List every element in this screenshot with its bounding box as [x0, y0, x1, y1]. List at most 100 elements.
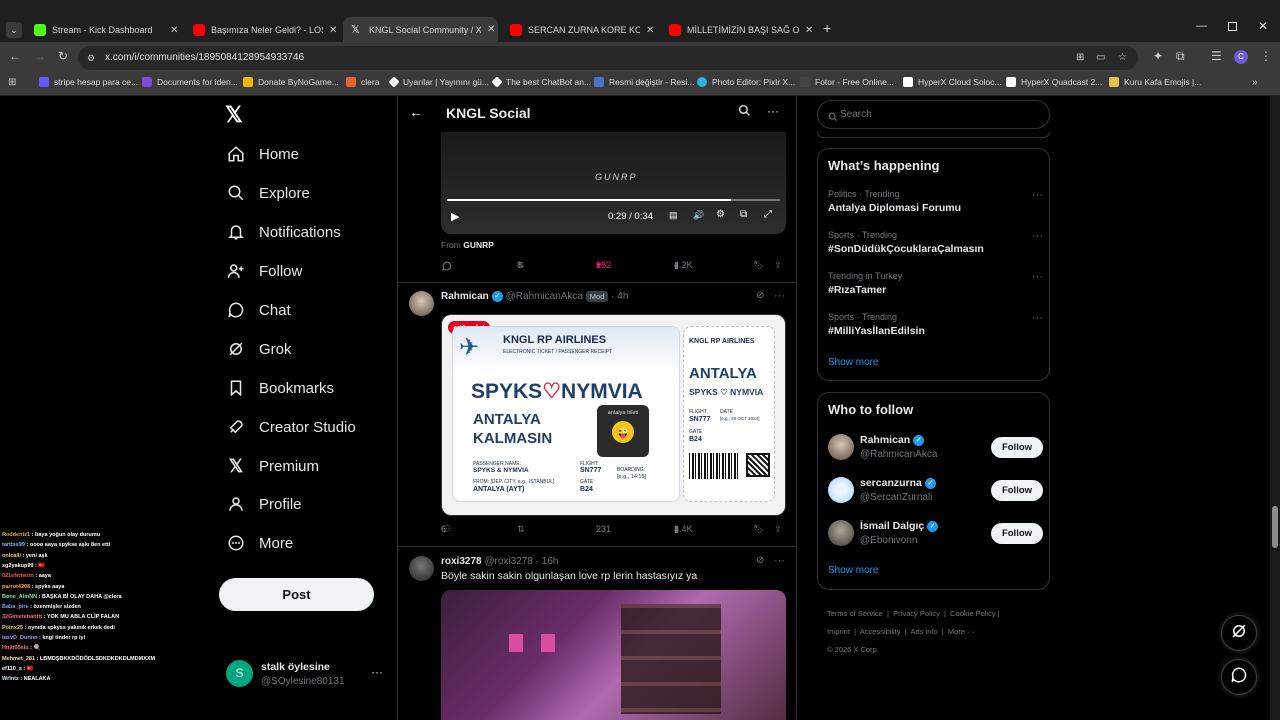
- reply-icon[interactable]: [441, 260, 453, 272]
- reload-icon[interactable]: ↻: [58, 49, 68, 63]
- footer-link[interactable]: Accessibility: [860, 627, 901, 636]
- pip-icon[interactable]: ⧉: [740, 209, 747, 220]
- post-time[interactable]: 4h: [617, 291, 628, 302]
- back-icon[interactable]: ←: [9, 49, 21, 63]
- extensions-puzzle-icon[interactable]: ⧉: [1176, 49, 1185, 64]
- post-time[interactable]: 16h: [542, 556, 559, 567]
- restore-icon[interactable]: [1228, 22, 1237, 31]
- forward-icon[interactable]: →: [34, 49, 46, 63]
- browser-tab-4[interactable]: SERCAN ZURNA KORE KOMİK A ✕: [502, 18, 657, 42]
- share-icon[interactable]: ⇪: [774, 524, 782, 535]
- nav-bookmarks[interactable]: Bookmarks: [226, 373, 334, 403]
- back-arrow-icon[interactable]: ←: [409, 104, 423, 120]
- tab-search-icon[interactable]: ⌄: [6, 22, 22, 38]
- bookmark-icon[interactable]: 🔖︎: [753, 524, 764, 535]
- post-author-avatar[interactable]: [409, 556, 434, 581]
- more-dots-icon[interactable]: ···: [767, 104, 779, 118]
- site-info-icon[interactable]: ⚙: [87, 46, 95, 70]
- more-dots-icon[interactable]: ···: [1032, 230, 1043, 242]
- footer-link[interactable]: More ···: [948, 627, 975, 636]
- trend-item[interactable]: Sports · Trending #SonDüdükÇocuklaraÇalm…: [828, 230, 1043, 255]
- like-button[interactable]: ♥ 282: [596, 260, 611, 270]
- profile-avatar[interactable]: C: [1234, 50, 1248, 64]
- more-dots-icon[interactable]: ···: [1032, 189, 1043, 201]
- browser-tab-1[interactable]: Stream - Kick Dashboard ✕: [26, 18, 181, 42]
- more-bookmarks-icon[interactable]: »: [1252, 77, 1258, 88]
- nav-explore[interactable]: Explore: [226, 178, 310, 208]
- minimize-icon[interactable]: —: [1196, 20, 1207, 32]
- search-icon[interactable]: [738, 104, 751, 122]
- nav-notifications[interactable]: Notifications: [226, 217, 341, 247]
- bookmark-item[interactable]: Kuru Kafa Emojis |...: [1109, 77, 1201, 87]
- show-more-link[interactable]: Show more: [828, 565, 879, 576]
- grok-icon[interactable]: ⊘: [756, 290, 764, 301]
- show-more-link[interactable]: Show more: [828, 357, 879, 368]
- close-window-icon[interactable]: ✕: [1258, 19, 1268, 33]
- nav-profile[interactable]: Profile: [226, 489, 302, 519]
- bookmark-item[interactable]: The best ChatBot an...: [491, 76, 591, 88]
- close-tab-icon[interactable]: ✕: [805, 25, 813, 36]
- translate-icon[interactable]: ⊞: [1076, 46, 1084, 70]
- extension-icon[interactable]: ✦: [1153, 49, 1163, 63]
- nav-more[interactable]: More: [226, 528, 293, 558]
- new-tab-icon[interactable]: +: [823, 20, 831, 36]
- close-tab-icon[interactable]: ✕: [170, 25, 178, 36]
- close-tab-icon[interactable]: ✕: [329, 25, 337, 36]
- address-bar[interactable]: ⚙ x.com/i/communities/189508412895493374…: [78, 46, 1138, 70]
- more-dots-icon[interactable]: ···: [774, 555, 785, 567]
- footer-link[interactable]: Terms of Service: [827, 609, 883, 618]
- settings-gear-icon[interactable]: ⚙: [716, 209, 725, 220]
- follow-suggestion[interactable]: sercanzurna ✓ @SercanZurnali Follow: [828, 474, 1043, 508]
- close-tab-icon[interactable]: ✕: [487, 24, 495, 35]
- video-source-link[interactable]: GUNRP: [463, 240, 494, 250]
- bookmark-item[interactable]: Fotor - Free Online...: [800, 77, 894, 87]
- page-scrollbar[interactable]: [1270, 96, 1280, 720]
- more-dots-icon[interactable]: ···: [1032, 312, 1043, 324]
- install-icon[interactable]: ▭: [1096, 46, 1105, 70]
- post-button[interactable]: Post: [219, 578, 374, 611]
- close-tab-icon[interactable]: ✕: [646, 25, 654, 36]
- bookmark-icon[interactable]: 🔖︎: [753, 260, 764, 271]
- scrollbar-thumb[interactable]: [1272, 506, 1278, 548]
- browser-menu-icon[interactable]: ⋮: [1260, 49, 1272, 63]
- search-input[interactable]: [840, 106, 1040, 123]
- grok-fab[interactable]: [1221, 615, 1257, 651]
- captions-icon[interactable]: ▤: [669, 210, 678, 221]
- play-icon[interactable]: ▶: [451, 210, 459, 223]
- apps-grid-icon[interactable]: ⊞: [8, 77, 16, 88]
- bookmark-star-icon[interactable]: ☆: [1118, 46, 1127, 70]
- trend-item[interactable]: Sports · Trending #MilliYasİlanEdilsin ·…: [828, 312, 1043, 337]
- follow-suggestion[interactable]: Rahmican ✓ @RahmicanAkca Follow: [828, 431, 1043, 465]
- more-dots-icon[interactable]: ···: [1032, 271, 1043, 283]
- bookmark-item[interactable]: Photo Editor: Pixlr X...: [697, 77, 795, 87]
- search-box[interactable]: [817, 100, 1050, 129]
- post-author-avatar[interactable]: [409, 291, 434, 316]
- video-player[interactable]: GUNRP ▶ 0:29 / 0:34 ▤ 🔊 ⚙ ⧉ ⤢: [441, 132, 786, 234]
- footer-link[interactable]: Privacy Policy: [893, 609, 940, 618]
- post-author-handle[interactable]: @roxi3278: [484, 556, 533, 567]
- bookmark-item[interactable]: clera: [346, 77, 379, 87]
- bookmark-item[interactable]: Resmi değiştir - Resi...: [594, 77, 695, 87]
- bookmark-item[interactable]: Documents for iden...: [142, 77, 238, 87]
- messages-fab[interactable]: [1221, 659, 1257, 695]
- like-button[interactable]: ♡ 231: [596, 524, 611, 534]
- footer-link[interactable]: Ads info: [911, 627, 938, 636]
- nav-creator-studio[interactable]: Creator Studio: [226, 412, 356, 442]
- reply-button[interactable]: 💬︎ 6: [441, 524, 452, 534]
- nav-follow[interactable]: Follow: [226, 256, 302, 286]
- nav-home[interactable]: Home: [226, 139, 299, 169]
- nav-premium[interactable]: 𝕏 Premium: [226, 451, 319, 481]
- browser-tab-5[interactable]: MİLLETİMİZİN BAŞI SAĞ OLSUN ✕: [661, 18, 816, 42]
- follow-suggestion[interactable]: İsmail Dalgıç ✓ @Ebonivonn Follow: [828, 517, 1043, 551]
- fullscreen-icon[interactable]: ⤢: [764, 209, 772, 220]
- repost-button[interactable]: ⇅ 8: [517, 260, 525, 270]
- account-switcher[interactable]: S stalk öylesine @SOylesine80131 ···: [226, 658, 386, 688]
- bookmark-item[interactable]: stripe hesap para ce...: [39, 77, 138, 87]
- bookmark-item[interactable]: HyperX Quadcast 2...: [1006, 77, 1102, 87]
- more-dots-icon[interactable]: ···: [371, 665, 383, 679]
- nav-grok[interactable]: Grok: [226, 334, 292, 364]
- bookmark-item[interactable]: Donate ByNoGame...: [243, 77, 339, 87]
- follow-button[interactable]: Follow: [991, 480, 1043, 501]
- x-logo-icon[interactable]: 𝕏: [225, 104, 247, 126]
- media-control-icon[interactable]: ☰: [1211, 49, 1222, 63]
